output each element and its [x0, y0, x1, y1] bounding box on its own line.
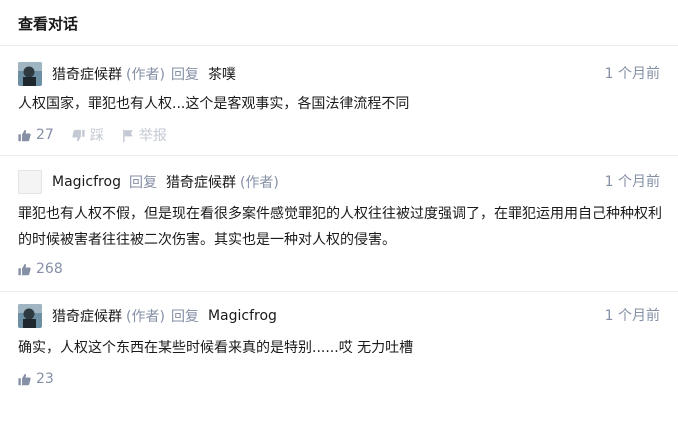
reply-label: 回复 — [170, 309, 199, 325]
author-name[interactable]: 猎奇症候群 — [52, 64, 122, 84]
thumbs-up-icon — [18, 373, 31, 385]
comment-time: 1 个月前 — [604, 308, 660, 324]
like-count: 268 — [36, 261, 63, 277]
comment-content: 罪犯也有人权不假，但是现在看很多案件感觉罪犯的人权往往被过度强调了，在罪犯运用用… — [18, 206, 662, 248]
dislike-button[interactable]: 踩 — [72, 125, 104, 145]
comment-item: Magicfrog 回复 猎奇症候群 (作者) 1 个月前 罪犯也有人权不假，但… — [0, 156, 678, 292]
comment-meta: 猎奇症候群 (作者) 回复 茶噗 — [18, 62, 236, 86]
comment-meta: 猎奇症候群 (作者) 回复 Magicfrog — [18, 304, 277, 328]
reply-target-name[interactable]: 猎奇症候群 — [166, 172, 236, 192]
reply-target-tag: (作者) — [239, 175, 279, 191]
comment-item: 猎奇症候群 (作者) 回复 茶噗 1 个月前 人权国家，罪犯也有人权...这个是… — [0, 46, 678, 156]
comment-item: 猎奇症候群 (作者) 回复 Magicfrog 1 个月前 确实，人权这个东西在… — [0, 292, 678, 402]
comment-time: 1 个月前 — [604, 174, 660, 190]
reply-label: 回复 — [128, 175, 157, 191]
like-count: 27 — [36, 127, 54, 143]
reply-label: 回复 — [170, 67, 199, 83]
like-button[interactable]: 23 — [18, 371, 54, 387]
comment-meta: Magicfrog 回复 猎奇症候群 (作者) — [18, 170, 279, 194]
avatar[interactable] — [18, 170, 42, 194]
flag-icon — [122, 129, 133, 142]
reply-target-name[interactable]: Magicfrog — [208, 308, 277, 324]
comment-actions: 23 — [18, 370, 72, 388]
comment-actions: 27 踩 举报 — [18, 126, 185, 144]
report-label: 举报 — [138, 128, 167, 144]
like-button[interactable]: 27 — [18, 127, 54, 143]
dislike-label: 踩 — [89, 128, 104, 144]
thumbs-down-icon — [72, 129, 85, 141]
thumbs-up-icon — [18, 129, 31, 141]
reply-target-name[interactable]: 茶噗 — [208, 64, 236, 84]
dialog-header: 查看对话 — [0, 0, 678, 46]
thumbs-up-icon — [18, 263, 31, 275]
comment-time: 1 个月前 — [604, 66, 660, 82]
report-button[interactable]: 举报 — [122, 125, 167, 145]
avatar[interactable] — [18, 304, 42, 328]
comment-actions: 268 — [18, 260, 81, 278]
like-button[interactable]: 268 — [18, 261, 63, 277]
avatar-image — [18, 62, 42, 86]
avatar[interactable] — [18, 62, 42, 86]
like-count: 23 — [36, 371, 54, 387]
avatar-image — [18, 304, 42, 328]
comment-content: 人权国家，罪犯也有人权...这个是客观事实，各国法律流程不同 — [18, 96, 410, 112]
author-name[interactable]: Magicfrog — [52, 174, 121, 190]
comment-content: 确实，人权这个东西在某些时候看来真的是特别......哎 无力吐槽 — [18, 340, 414, 356]
page-title: 查看对话 — [18, 15, 79, 33]
author-name[interactable]: 猎奇症候群 — [52, 306, 122, 326]
author-tag: (作者) — [126, 67, 165, 83]
author-tag: (作者) — [126, 309, 165, 325]
